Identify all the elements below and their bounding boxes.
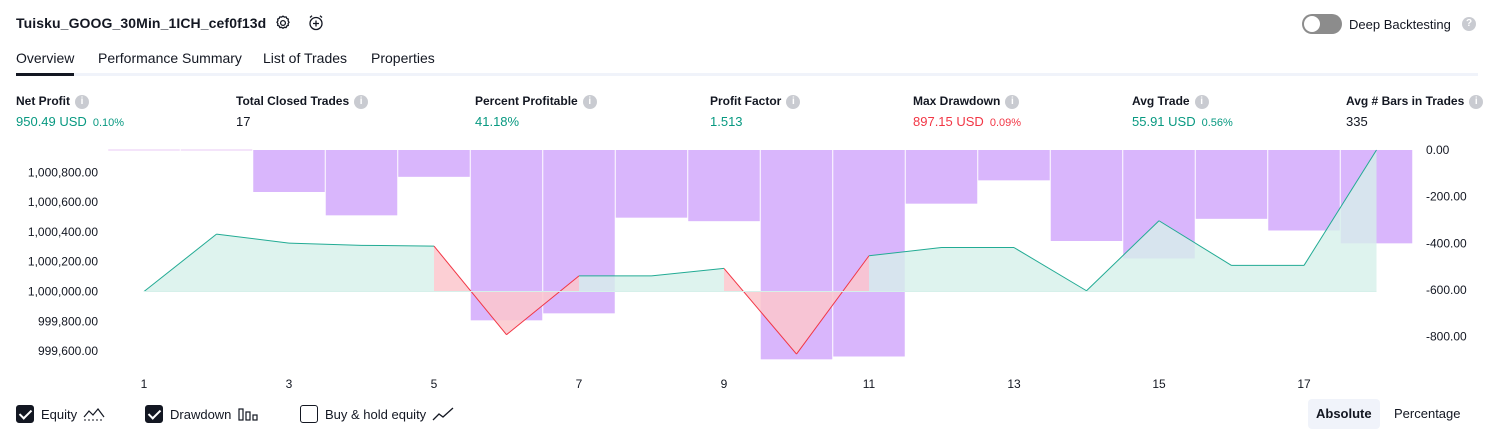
buy-hold-line-icon	[432, 407, 454, 421]
metric-total-closed-trades: Total Closed Trades i 17	[236, 94, 369, 129]
help-icon[interactable]: i	[1469, 94, 1484, 109]
metric-net-profit: Net Profit i 950.49 USD 0.10%	[16, 94, 124, 129]
tab-properties[interactable]: Properties	[371, 50, 435, 66]
metric-value: 55.91 USD	[1132, 113, 1196, 129]
help-icon[interactable]: i	[786, 94, 801, 109]
equity-line-icon	[83, 408, 105, 421]
drawdown-bar	[905, 150, 978, 204]
tab-performance-summary[interactable]: Performance Summary	[98, 50, 242, 66]
x-axis-tick-label: 9	[721, 377, 728, 391]
add-alert-clock-icon[interactable]	[306, 13, 326, 33]
metric-profit-factor: Profit Factor i 1.513	[710, 94, 801, 129]
metric-value: 897.15 USD	[913, 113, 984, 129]
right-axis-tick-label: -200.00	[1426, 190, 1467, 204]
left-axis-tick-label: 999,600.00	[38, 344, 98, 358]
equity-area-segment	[1159, 220, 1232, 292]
drawdown-bar	[1050, 150, 1123, 241]
strategy-header: Tuisku_GOOG_30Min_1ICH_cef0f13d Deep Bac…	[0, 0, 1494, 46]
right-axis-tick-label: 0.00	[1426, 143, 1450, 157]
metric-avg-trade: Avg Trade i 55.91 USD 0.56%	[1132, 94, 1233, 129]
metric-percent-profitable: Percent Profitable i 41.18%	[475, 94, 597, 129]
left-axis-tick-label: 1,000,600.00	[28, 195, 98, 209]
metric-max-drawdown: Max Drawdown i 897.15 USD 0.09%	[913, 94, 1021, 129]
tab-list-of-trades[interactable]: List of Trades	[263, 50, 347, 66]
equity-area-segment	[941, 247, 1014, 292]
x-axis-tick-label: 13	[1007, 377, 1021, 391]
metric-value: 1.513	[710, 113, 743, 129]
x-axis-tick-label: 5	[431, 377, 438, 391]
toggle-knob	[1304, 16, 1320, 32]
x-axis-tick-label: 1	[141, 377, 148, 391]
x-axis-tick-label: 15	[1152, 377, 1166, 391]
left-axis-tick-label: 999,800.00	[38, 314, 98, 328]
drawdown-bars-icon	[238, 408, 259, 421]
left-axis-tick-label: 1,000,800.00	[28, 165, 98, 179]
help-icon[interactable]: i	[354, 94, 369, 109]
legend-equity[interactable]: Equity	[16, 403, 105, 425]
tab-overview[interactable]: Overview	[16, 50, 75, 76]
strategy-name: Tuisku_GOOG_30Min_1ICH_cef0f13d	[16, 15, 267, 31]
help-icon[interactable]: i	[1194, 94, 1209, 109]
metric-value: 17	[236, 113, 251, 129]
percentage-scale-button[interactable]: Percentage	[1386, 399, 1469, 429]
legend-drawdown[interactable]: Drawdown	[145, 403, 259, 425]
help-icon[interactable]: ?	[1462, 17, 1476, 31]
equity-area-segment	[1231, 265, 1304, 292]
drawdown-bar	[688, 150, 760, 222]
legend-label: Buy & hold equity	[325, 406, 427, 422]
drawdown-checkbox[interactable]	[145, 405, 163, 423]
legend-label: Drawdown	[170, 406, 232, 422]
metric-percent: 0.09%	[989, 116, 1022, 129]
drawdown-bar	[1195, 150, 1268, 219]
drawdown-bar	[978, 150, 1050, 181]
metric-avg-bars-in-trades: Avg # Bars in Trades i 335	[1346, 94, 1484, 129]
x-axis-tick-label: 17	[1297, 377, 1311, 391]
drawdown-bar	[325, 150, 398, 216]
equity-area-segment	[579, 275, 652, 292]
help-icon[interactable]: i	[582, 94, 597, 109]
metric-label: Net Profit	[16, 94, 70, 108]
deep-backtesting-toggle[interactable]	[1302, 14, 1342, 34]
metric-label: Percent Profitable	[475, 94, 578, 108]
right-axis-tick-label: -400.00	[1426, 236, 1467, 250]
x-axis-tick-label: 11	[863, 377, 876, 391]
metric-label: Avg Trade	[1132, 94, 1190, 108]
left-axis-tick-label: 1,000,400.00	[28, 225, 98, 239]
metric-label: Profit Factor	[710, 94, 782, 108]
drawdown-bar	[615, 150, 688, 218]
left-axis-tick-label: 1,000,200.00	[28, 255, 98, 269]
metric-label: Max Drawdown	[913, 94, 1001, 108]
equity-checkbox[interactable]	[16, 405, 34, 423]
absolute-scale-button[interactable]: Absolute	[1308, 399, 1380, 429]
metric-label: Total Closed Trades	[236, 94, 350, 108]
metric-percent: 0.10%	[92, 116, 125, 129]
equity-drawdown-chart[interactable]: 1,000,800.00 1,000,600.00 1,000,400.00 1,00…	[0, 140, 1494, 395]
legend-buy-hold-equity[interactable]: Buy & hold equity	[300, 403, 454, 425]
right-axis-tick-label: -600.00	[1426, 283, 1467, 297]
settings-gear-icon[interactable]	[273, 13, 293, 33]
x-axis-tick-label: 3	[286, 377, 293, 391]
help-icon[interactable]: i	[75, 94, 89, 109]
equity-area-segment	[216, 234, 289, 292]
x-axis-tick-label: 7	[576, 377, 583, 391]
drawdown-bar	[1268, 150, 1340, 231]
metric-percent: 0.56%	[1201, 116, 1233, 129]
buy-hold-checkbox[interactable]	[300, 405, 318, 423]
help-icon[interactable]: i	[1005, 94, 1020, 109]
legend-label: Equity	[41, 406, 78, 422]
equity-area-segment	[289, 243, 362, 292]
drawdown-bar	[253, 150, 325, 192]
right-axis-tick-label: -800.00	[1426, 330, 1467, 344]
equity-area-segment	[361, 245, 434, 292]
left-axis-tick-label: 1,000,000.00	[28, 284, 98, 298]
metric-value: 335	[1346, 113, 1368, 129]
metric-value: 41.18%	[475, 113, 520, 129]
deep-backtesting-label: Deep Backtesting	[1349, 17, 1451, 32]
metric-label: Avg # Bars in Trades	[1346, 94, 1465, 108]
metric-value: 950.49 USD	[16, 113, 87, 129]
drawdown-bar	[398, 150, 470, 177]
report-tabs: Overview Performance Summary List of Tra…	[16, 46, 1478, 76]
